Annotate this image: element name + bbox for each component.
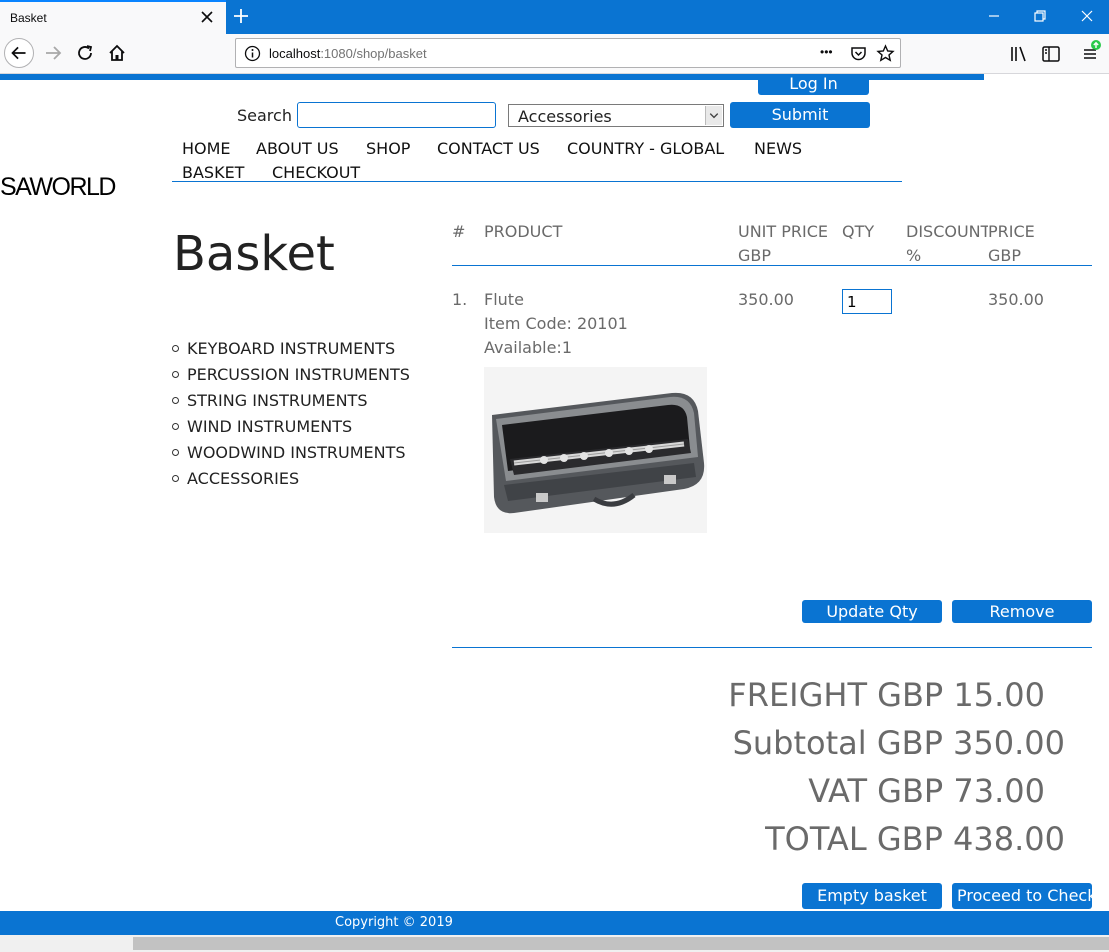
category-item[interactable]: WIND INSTRUMENTS (172, 417, 352, 436)
copyright-text: Copyright © 2019 (335, 915, 453, 930)
browser-tab[interactable]: Basket (0, 0, 226, 34)
page-title: Basket (173, 226, 335, 282)
product-name[interactable]: Flute (484, 288, 628, 312)
column-header-number: # (452, 222, 466, 241)
product-availability: Available:1 (484, 338, 572, 357)
horizontal-scrollbar[interactable] (0, 935, 1109, 952)
proceed-to-checkout-button[interactable]: Proceed to Checkout (952, 883, 1092, 909)
quantity-input[interactable] (842, 289, 892, 314)
nav-about-us[interactable]: ABOUT US (256, 139, 339, 158)
bullet-icon (172, 423, 179, 430)
reload-icon[interactable] (70, 38, 100, 68)
subtotal: Subtotal GBP 350.00 (732, 724, 1065, 762)
category-label: PERCUSSION INSTRUMENTS (187, 365, 410, 384)
login-button[interactable]: Log In (758, 76, 869, 95)
nav-checkout[interactable]: CHECKOUT (272, 163, 360, 182)
nav-country[interactable]: COUNTRY - GLOBAL (567, 139, 724, 158)
totals-divider (452, 647, 1092, 648)
column-header-product: PRODUCT (484, 222, 563, 241)
browser-toolbar: localhost:1080/shop/basket ••• (0, 34, 1109, 74)
sidebar-icon[interactable] (1040, 44, 1062, 64)
bullet-icon (172, 345, 179, 352)
chevron-down-icon[interactable] (705, 106, 722, 125)
library-icon[interactable] (1008, 44, 1030, 64)
back-arrow-icon[interactable] (4, 38, 34, 68)
product-item-code: Item Code: 20101 (484, 314, 628, 333)
star-icon[interactable] (876, 44, 895, 63)
category-label: KEYBOARD INSTRUMENTS (187, 339, 396, 358)
url-text: localhost:1080/shop/basket (269, 46, 427, 61)
header-line: PRICE (988, 222, 1035, 241)
nav-basket[interactable]: BASKET (182, 163, 244, 182)
browser-tab-strip: Basket (0, 0, 1109, 34)
bullet-icon (172, 475, 179, 482)
category-item[interactable]: ACCESSORIES (172, 469, 299, 488)
forward-arrow-icon[interactable] (38, 38, 68, 68)
column-header-qty: QTY (842, 222, 875, 241)
category-label: WIND INSTRUMENTS (187, 417, 353, 436)
column-header-discount: DISCOUNT % (906, 220, 990, 268)
pocket-icon[interactable] (849, 44, 868, 63)
minimize-icon[interactable] (983, 5, 1005, 27)
address-bar[interactable]: localhost:1080/shop/basket ••• (235, 38, 901, 68)
category-label: ACCESSORIES (187, 469, 300, 488)
nav-divider (172, 181, 902, 182)
search-label: Search (237, 106, 292, 125)
empty-basket-button[interactable]: Empty basket (802, 883, 942, 909)
row-number: 1. (452, 290, 468, 309)
home-icon[interactable] (102, 38, 132, 68)
url-path: :1080/shop/basket (320, 46, 427, 61)
table-header-divider (452, 265, 1092, 266)
category-item[interactable]: KEYBOARD INSTRUMENTS (172, 339, 395, 358)
category-select[interactable]: Accessories (508, 104, 724, 127)
close-icon[interactable] (1076, 5, 1098, 27)
bullet-icon (172, 449, 179, 456)
product-image[interactable] (484, 367, 707, 533)
flute-case-image (484, 367, 707, 533)
freight-total: FREIGHT GBP 15.00 (728, 676, 1045, 714)
footer: Copyright © 2019 (0, 911, 1109, 935)
column-header-unit-price: UNIT PRICE GBP (738, 220, 828, 268)
category-item[interactable]: PERCUSSION INSTRUMENTS (172, 365, 410, 384)
tab-title: Basket (10, 11, 47, 25)
grand-total: TOTAL GBP 438.00 (765, 820, 1065, 858)
plus-icon[interactable] (230, 5, 252, 27)
category-item[interactable]: STRING INSTRUMENTS (172, 391, 367, 410)
bullet-icon (172, 371, 179, 378)
category-label: WOODWIND INSTRUMENTS (187, 443, 406, 462)
search-input[interactable] (297, 102, 496, 128)
nav-home[interactable]: HOME (182, 139, 231, 158)
url-host: localhost (269, 46, 321, 61)
category-label: STRING INSTRUMENTS (187, 391, 368, 410)
page-actions-icon[interactable]: ••• (820, 45, 833, 59)
column-header-price: PRICE GBP (988, 220, 1035, 268)
category-item[interactable]: WOODWIND INSTRUMENTS (172, 443, 406, 462)
site-logo[interactable]: SAWORLD (0, 173, 116, 202)
close-icon[interactable] (198, 8, 216, 26)
category-selected-value: Accessories (518, 107, 612, 126)
menu-icon[interactable] (1078, 38, 1106, 66)
header-line: UNIT PRICE (738, 222, 829, 241)
restore-icon[interactable] (1029, 5, 1051, 27)
submit-button[interactable]: Submit (730, 102, 870, 128)
product-info: Flute Item Code: 20101 Available:1 (484, 288, 628, 360)
unit-price: 350.00 (738, 290, 794, 309)
bullet-icon (172, 397, 179, 404)
nav-news[interactable]: NEWS (754, 139, 802, 158)
header-line: DISCOUNT (906, 222, 991, 241)
nav-shop[interactable]: SHOP (366, 139, 410, 158)
remove-button[interactable]: Remove (952, 600, 1092, 623)
line-price: 350.00 (988, 290, 1044, 309)
info-icon[interactable] (244, 45, 261, 62)
update-qty-button[interactable]: Update Qty (802, 600, 942, 623)
scrollbar-thumb[interactable] (133, 937, 1109, 950)
nav-contact-us[interactable]: CONTACT US (437, 139, 540, 158)
vat-total: VAT GBP 73.00 (808, 772, 1045, 810)
